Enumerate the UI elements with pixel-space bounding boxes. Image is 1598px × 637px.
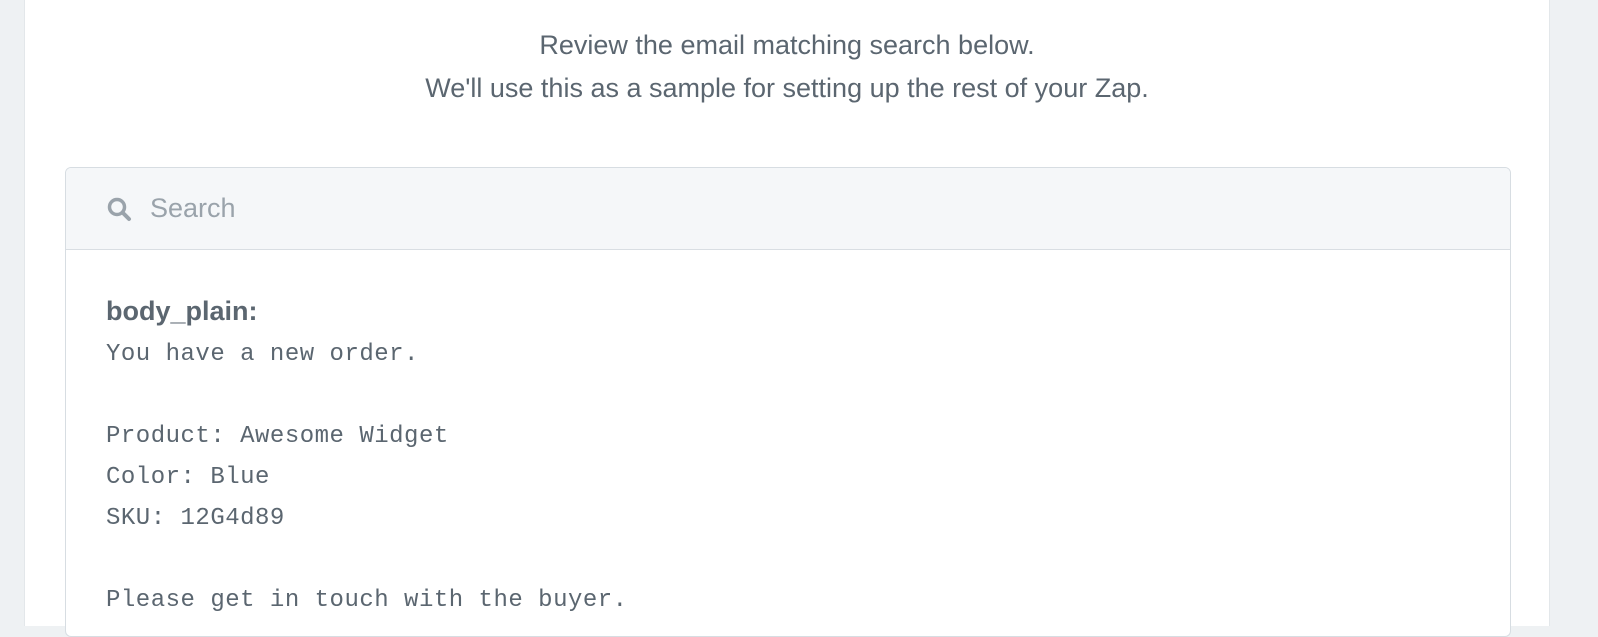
search-bar[interactable] <box>66 168 1510 250</box>
sample-record-box: body_plain: You have a new order. Produc… <box>65 167 1511 637</box>
sample-panel: Review the email matching search below. … <box>24 0 1550 637</box>
field-value: You have a new order. Product: Awesome W… <box>106 341 628 614</box>
intro-text: Review the email matching search below. … <box>25 24 1549 110</box>
intro-line-1: Review the email matching search below. <box>539 30 1035 60</box>
intro-line-2: We'll use this as a sample for setting u… <box>425 73 1149 103</box>
search-icon <box>106 196 132 222</box>
record-field: body_plain: You have a new order. Produc… <box>66 250 1510 621</box>
search-input[interactable] <box>150 193 1350 224</box>
field-label: body_plain: <box>106 296 258 326</box>
